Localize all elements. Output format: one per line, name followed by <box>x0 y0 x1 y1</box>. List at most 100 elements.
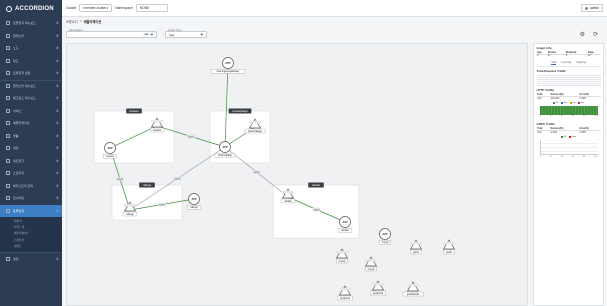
workload-node-label: product2 <box>340 297 350 300</box>
axis-tick-label: 100 <box>593 115 598 118</box>
axis-tick-label: 60 <box>571 155 575 158</box>
graph-type-select[interactable]: Graph Type App <box>165 28 207 38</box>
menu-icon <box>6 146 10 151</box>
tab-outgoing[interactable]: Outgoing <box>576 61 586 65</box>
graph-info-value: 17 <box>547 55 551 58</box>
sidebar-item[interactable]: 볼륨 <box>0 130 62 143</box>
app-root: ACCORDION 토폴로지 대시보드 클러스터 노드 파드 토폴로지 설정 클러스터 대… <box>0 0 607 306</box>
axis-tick-label: 40 <box>560 115 563 118</box>
app-node-badge: APP <box>224 61 231 65</box>
sidebar-item-label: 토폴로지 설정 <box>13 71 31 76</box>
sidebar-item[interactable]: 파드 <box>0 55 62 68</box>
menu-icon <box>6 183 10 188</box>
sidebar-item-label: 볼륨 <box>13 133 19 138</box>
namespace-select[interactable]: NONE <box>135 3 168 13</box>
menu-icon <box>6 33 10 38</box>
sidebar-item[interactable]: 네트워크 <box>0 155 62 168</box>
workload-node[interactable] <box>406 281 420 292</box>
sidebar-item-label: 클러스터 <box>13 33 25 38</box>
menu-icon <box>6 21 10 26</box>
workload-node-label: details <box>284 200 292 203</box>
sidebar-item[interactable]: 설정 <box>0 142 62 155</box>
group-label: productpage <box>232 109 248 113</box>
user-menu[interactable]: admin <box>581 3 603 13</box>
graph-info-table: App Service Workload Edge 6 17 8 12 <box>536 51 601 58</box>
breadcrumb-parent[interactable]: 토폴로지 <box>66 19 78 24</box>
legend-ok: OK <box>560 136 566 139</box>
workload-node[interactable] <box>371 280 385 291</box>
graph-type-value: App <box>169 32 175 37</box>
sidebar-item[interactable]: 토폴로지 대시보드 <box>0 17 62 30</box>
chevron-icon <box>56 97 59 100</box>
chevron-icon <box>56 59 59 62</box>
chevron-icon <box>56 134 59 137</box>
workload-node[interactable] <box>335 248 349 259</box>
sidebar-item-settings[interactable]: 설정 <box>0 251 62 265</box>
graph-svg[interactable]: reviews productpage ratings details 100% 100… <box>67 44 528 306</box>
workload-badge <box>410 242 422 245</box>
chevron-icon <box>56 209 59 212</box>
app-node-badge: APP <box>190 197 197 201</box>
http-value: 0.00% <box>579 97 587 100</box>
grpc-chart <box>539 140 598 156</box>
app-name: ACCORDION <box>15 5 54 12</box>
group-label: reviews <box>129 109 139 113</box>
sidebar-subitem[interactable]: 이벤트 <box>0 243 62 249</box>
refresh-icon[interactable]: ⟳ <box>593 32 598 38</box>
graph-type-label: Graph Type <box>168 28 182 32</box>
tab-total[interactable]: Total <box>551 61 557 65</box>
edge-label: 100% <box>254 172 260 174</box>
sidebar-item[interactable]: 애플리케이션 <box>0 117 62 130</box>
workload-node[interactable] <box>442 239 456 250</box>
workload-node[interactable] <box>364 256 378 267</box>
workload-badge <box>124 204 136 207</box>
graph-info-value: 6 <box>537 55 539 58</box>
sidebar-item[interactable]: 노드 <box>0 42 62 55</box>
http-traffic-table: Total Success(%) Error(%) 0.04 100.00% 0… <box>536 93 601 100</box>
workload-node-label: part1 <box>413 251 419 254</box>
namespace-filter[interactable]: Namespace 4/4 <box>66 29 157 38</box>
sidebar-item-label: 토폴로지 <box>13 208 25 213</box>
sidebar-item-label: 네트워크 <box>13 158 25 163</box>
app-node-label: details <box>341 229 349 232</box>
app-logo[interactable]: ACCORDION <box>0 0 62 17</box>
grpc-axis: 0 20 40 60 80 100 <box>540 156 598 158</box>
chevron-icon <box>56 109 59 112</box>
menu-icon <box>6 108 10 113</box>
edge-label: 100% <box>159 204 165 206</box>
edge-label: 100% <box>188 136 194 138</box>
workload-node[interactable] <box>338 285 352 296</box>
gear-icon[interactable]: ⚙ <box>580 32 585 38</box>
sidebar-item[interactable]: 레지스트리 관리 <box>0 180 62 193</box>
cluster-select[interactable]: member-cluster1 <box>79 3 113 13</box>
menu-icon <box>6 46 10 51</box>
workload-node[interactable] <box>409 239 423 250</box>
topology-icon <box>6 208 10 213</box>
graph-info-panel: Graph Info App Service Workload Edge 6 1… <box>533 43 604 306</box>
sidebar-item[interactable]: 스토리지 <box>0 167 62 180</box>
sidebar-item-label: 스토리지 <box>13 171 25 176</box>
workload-node-label: mysql <box>368 268 375 271</box>
group-box[interactable] <box>111 184 183 221</box>
sidebar-item[interactable]: 클러스터 <box>0 30 62 43</box>
chevron-icon <box>56 85 59 88</box>
sidebar-item[interactable]: 모니터링 <box>0 192 62 205</box>
group-label: ratings <box>143 183 152 187</box>
topology-graph[interactable]: reviews productpage ratings details 100% 100… <box>66 43 528 306</box>
sidebar-item[interactable]: 토폴로지 설정 <box>0 67 62 80</box>
sidebar-item-label: 토폴로지 대시보드 <box>13 21 36 26</box>
menu-icon <box>6 121 10 126</box>
sidebar-item[interactable]: 클러스터 대시보드 <box>0 79 62 93</box>
chevron-down-icon <box>201 32 204 36</box>
chevron-icon <box>56 172 59 175</box>
sidebar-item[interactable]: 워크로드 대시보드 <box>0 92 62 105</box>
app-node-label: reviews <box>106 155 115 158</box>
grpc-traffic-table: Total Success(%) Error(%) 0.00 0.00% 0.0… <box>536 127 601 134</box>
sidebar-item-topology[interactable]: 토폴로지 <box>0 204 62 217</box>
sidebar-item[interactable]: 서비스 <box>0 105 62 118</box>
top-bar: Cluster member-cluster1 Namespace NONE a… <box>62 0 607 17</box>
chevron-icon <box>56 257 59 260</box>
chevron-icon <box>56 197 59 200</box>
app-node-badge: APP <box>341 220 348 224</box>
tab-incoming[interactable]: Incoming <box>561 61 571 65</box>
